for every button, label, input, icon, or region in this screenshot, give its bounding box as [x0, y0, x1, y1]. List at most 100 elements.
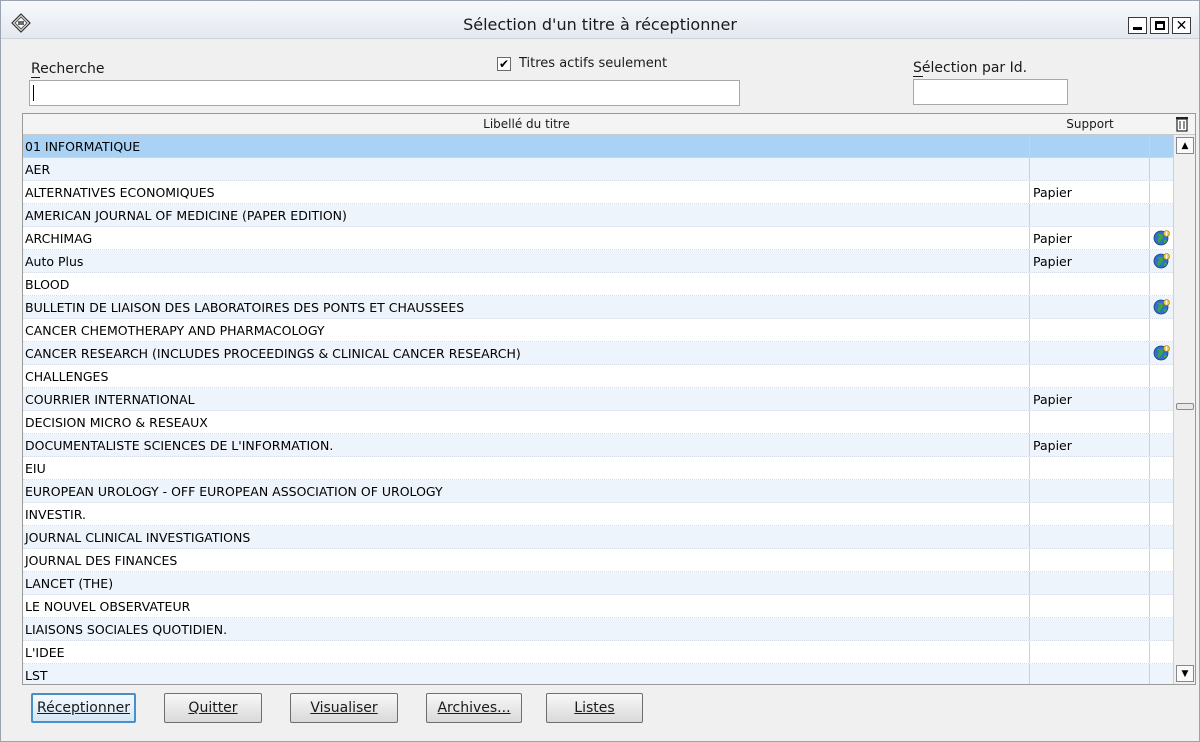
cell-support — [1030, 342, 1150, 364]
scroll-up-button[interactable]: ▲ — [1176, 137, 1194, 154]
column-header-title[interactable]: Libellé du titre — [23, 117, 1030, 131]
scroll-down-button[interactable]: ▼ — [1176, 665, 1194, 682]
cell-link[interactable] — [1150, 227, 1173, 249]
column-header-support[interactable]: Support — [1030, 117, 1150, 131]
cell-support — [1030, 411, 1150, 433]
cell-link — [1150, 181, 1173, 203]
table-row[interactable]: CANCER RESEARCH (INCLUDES PROCEEDINGS & … — [23, 342, 1173, 365]
scroll-thumb[interactable] — [1176, 403, 1194, 410]
globe-icon[interactable] — [1153, 298, 1171, 316]
vertical-scrollbar[interactable]: ▲ ▼ — [1173, 135, 1195, 684]
table-row[interactable]: LIAISONS SOCIALES QUOTIDIEN. — [23, 618, 1173, 641]
table-row[interactable]: LANCET (THE) — [23, 572, 1173, 595]
cell-support — [1030, 296, 1150, 318]
receive-button-label: Réceptionner — [37, 700, 130, 716]
cell-title: JOURNAL CLINICAL INVESTIGATIONS — [23, 526, 1030, 548]
cell-support — [1030, 641, 1150, 663]
column-chooser-icon[interactable] — [1175, 116, 1189, 132]
cell-title: Auto Plus — [23, 250, 1030, 272]
checkmark-icon: ✔ — [498, 56, 510, 71]
arrow-up-icon: ▲ — [1181, 140, 1189, 151]
cell-title: LST — [23, 664, 1030, 684]
globe-icon[interactable] — [1153, 229, 1171, 247]
table-row[interactable]: INVESTIR. — [23, 503, 1173, 526]
cell-title: CANCER RESEARCH (INCLUDES PROCEEDINGS & … — [23, 342, 1030, 364]
search-label-text: Recherche — [31, 61, 105, 77]
titles-table: Libellé du titre Support 01 INFORMATIQUE… — [22, 113, 1196, 685]
window-title: Sélection d'un titre à réceptionner — [463, 15, 737, 34]
cell-title: AER — [23, 158, 1030, 180]
minimize-icon — [1133, 26, 1142, 30]
cell-link — [1150, 641, 1173, 663]
cell-link[interactable] — [1150, 342, 1173, 364]
globe-icon[interactable] — [1153, 344, 1171, 362]
cell-title: BLOOD — [23, 273, 1030, 295]
cell-support — [1030, 457, 1150, 479]
cell-title: CANCER CHEMOTHERAPY AND PHARMACOLOGY — [23, 319, 1030, 341]
table-row[interactable]: JOURNAL DES FINANCES — [23, 549, 1173, 572]
arrow-down-icon: ▼ — [1181, 668, 1189, 679]
window-controls: ✕ — [1128, 17, 1191, 34]
table-row[interactable]: ALTERNATIVES ECONOMIQUES Papier — [23, 181, 1173, 204]
cell-title: CHALLENGES — [23, 365, 1030, 387]
cell-link — [1150, 411, 1173, 433]
cell-support — [1030, 135, 1150, 157]
cell-support: Papier — [1030, 434, 1150, 456]
archives-button-label: Archives... — [437, 700, 511, 716]
table-row[interactable]: CHALLENGES — [23, 365, 1173, 388]
table-row[interactable]: JOURNAL CLINICAL INVESTIGATIONS — [23, 526, 1173, 549]
globe-icon[interactable] — [1153, 252, 1171, 270]
archives-button[interactable]: Archives... — [426, 693, 522, 723]
cell-link — [1150, 480, 1173, 502]
table-row[interactable]: BLOOD — [23, 273, 1173, 296]
table-row[interactable]: LE NOUVEL OBSERVATEUR — [23, 595, 1173, 618]
cell-title: LANCET (THE) — [23, 572, 1030, 594]
active-only-checkbox[interactable]: ✔ — [497, 56, 511, 71]
cell-support: Papier — [1030, 388, 1150, 410]
quit-button[interactable]: Quitter — [164, 693, 262, 723]
maximize-button[interactable] — [1150, 17, 1169, 34]
search-input[interactable] — [29, 80, 740, 106]
cell-support — [1030, 158, 1150, 180]
lists-button[interactable]: Listes — [546, 693, 643, 723]
id-label-accelerator — [913, 76, 923, 77]
table-row[interactable]: ARCHIMAG Papier — [23, 227, 1173, 250]
view-button[interactable]: Visualiser — [290, 693, 398, 723]
cell-link — [1150, 664, 1173, 684]
table-row[interactable]: 01 INFORMATIQUE — [23, 135, 1173, 158]
table-row[interactable]: LST — [23, 664, 1173, 684]
table-row[interactable]: EUROPEAN UROLOGY - OFF EUROPEAN ASSOCIAT… — [23, 480, 1173, 503]
search-label: Recherche — [31, 61, 105, 77]
cell-link — [1150, 457, 1173, 479]
table-row[interactable]: BULLETIN DE LIAISON DES LABORATOIRES DES… — [23, 296, 1173, 319]
table-row[interactable]: CANCER CHEMOTHERAPY AND PHARMACOLOGY — [23, 319, 1173, 342]
cell-link — [1150, 434, 1173, 456]
minimize-button[interactable] — [1128, 17, 1147, 34]
cell-link — [1150, 365, 1173, 387]
cell-link — [1150, 503, 1173, 525]
cell-link — [1150, 388, 1173, 410]
cell-title: 01 INFORMATIQUE — [23, 135, 1030, 157]
cell-title: DECISION MICRO & RESEAUX — [23, 411, 1030, 433]
view-button-label: Visualiser — [310, 700, 378, 716]
cell-title: L'IDEE — [23, 641, 1030, 663]
cell-link — [1150, 273, 1173, 295]
table-row[interactable]: AER — [23, 158, 1173, 181]
id-input[interactable] — [913, 79, 1068, 105]
table-row[interactable]: L'IDEE — [23, 641, 1173, 664]
cell-support — [1030, 480, 1150, 502]
table-row[interactable]: AMERICAN JOURNAL OF MEDICINE (PAPER EDIT… — [23, 204, 1173, 227]
cell-link[interactable] — [1150, 250, 1173, 272]
active-only-toggle[interactable]: ✔ Titres actifs seulement — [497, 56, 667, 71]
cell-link[interactable] — [1150, 296, 1173, 318]
table-row[interactable]: COURRIER INTERNATIONAL Papier — [23, 388, 1173, 411]
table-row[interactable]: EIU — [23, 457, 1173, 480]
table-row[interactable]: DOCUMENTALISTE SCIENCES DE L'INFORMATION… — [23, 434, 1173, 457]
table-row[interactable]: DECISION MICRO & RESEAUX — [23, 411, 1173, 434]
receive-button[interactable]: Réceptionner — [31, 693, 136, 723]
cell-support — [1030, 618, 1150, 640]
close-button[interactable]: ✕ — [1172, 17, 1191, 34]
table-header: Libellé du titre Support — [23, 114, 1195, 135]
table-row[interactable]: Auto Plus Papier — [23, 250, 1173, 273]
text-caret — [33, 85, 34, 101]
